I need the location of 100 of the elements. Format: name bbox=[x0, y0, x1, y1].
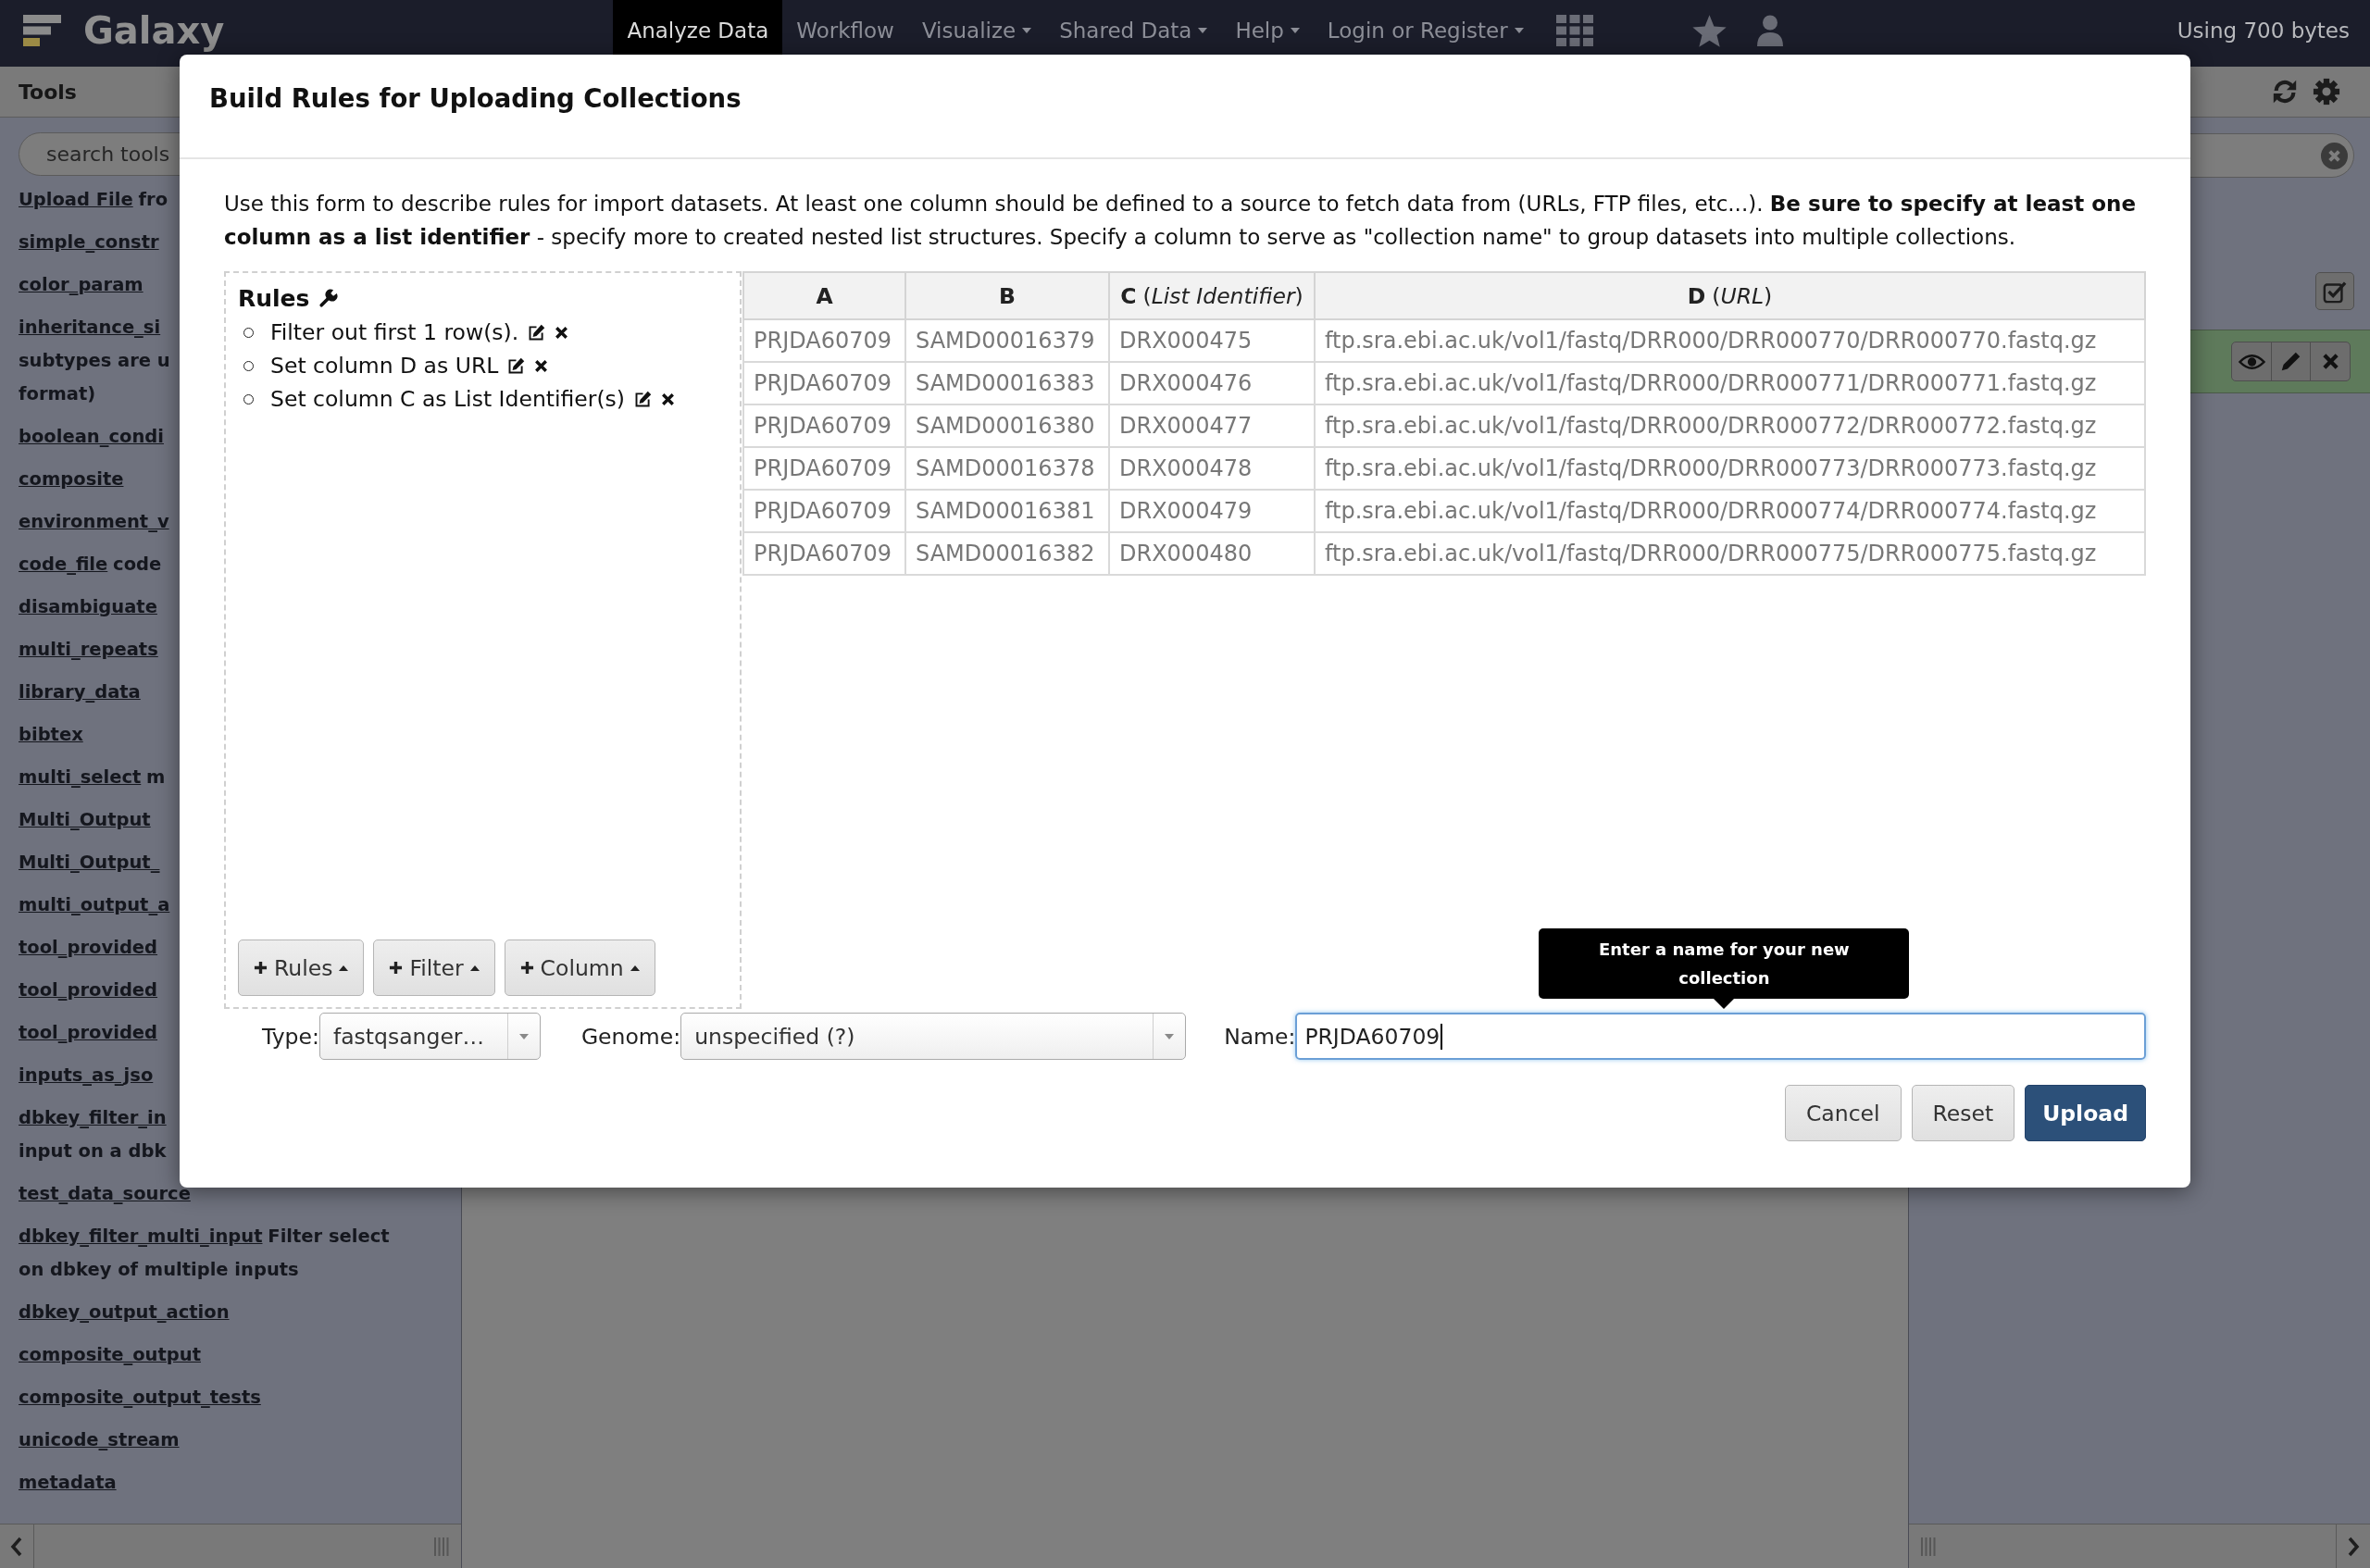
caret-down-icon bbox=[518, 1033, 529, 1039]
pencil-icon bbox=[2280, 351, 2301, 372]
tool-link[interactable]: metadata bbox=[19, 1472, 117, 1493]
chevron-left-icon[interactable] bbox=[10, 1536, 23, 1557]
dialog-button[interactable]: Upload bbox=[2025, 1085, 2146, 1141]
column-header: A bbox=[743, 272, 905, 319]
delete-button[interactable] bbox=[2310, 342, 2351, 381]
nav-tab[interactable]: Visualize bbox=[907, 0, 1046, 61]
menu-button[interactable]: Column bbox=[504, 940, 655, 996]
tool-link[interactable]: composite_output bbox=[19, 1344, 201, 1365]
tool-link[interactable]: composite bbox=[19, 468, 124, 490]
table-cell: DRX000476 bbox=[1109, 362, 1315, 404]
column-header: D (URL) bbox=[1315, 272, 2145, 319]
tool-link[interactable]: environment_v bbox=[19, 511, 169, 532]
menu-button[interactable]: Filter bbox=[373, 940, 495, 996]
nav-tab[interactable]: Login or Register bbox=[1313, 0, 1538, 61]
menu-button[interactable]: Rules bbox=[238, 940, 365, 996]
user-icon[interactable] bbox=[1756, 15, 1783, 46]
table-cell: SAMD00016379 bbox=[905, 319, 1109, 362]
pencil-square-icon[interactable] bbox=[527, 322, 547, 342]
table-cell: PRJDA60709 bbox=[743, 447, 905, 490]
tool-link[interactable]: multi_select bbox=[19, 766, 142, 788]
table-cell: PRJDA60709 bbox=[743, 404, 905, 447]
tool-link[interactable]: tool_provided bbox=[19, 1022, 158, 1043]
caret-up-icon bbox=[469, 964, 480, 971]
view-button[interactable] bbox=[2231, 342, 2272, 381]
chevron-right-icon[interactable] bbox=[2347, 1536, 2360, 1557]
tool-link[interactable]: boolean_condi bbox=[19, 426, 164, 447]
close-icon[interactable] bbox=[2321, 142, 2348, 169]
dropdown-select[interactable]: unspecified (?) bbox=[680, 1013, 1187, 1060]
table-cell: ftp.sra.ebi.ac.uk/vol1/fastq/DRR000/DRR000772/DRR000772.fastq.gz bbox=[1315, 404, 2145, 447]
table-cell: DRX000478 bbox=[1109, 447, 1315, 490]
tool-link[interactable]: tool_provided bbox=[19, 979, 158, 1001]
tool-link[interactable]: code_file bbox=[19, 554, 108, 575]
tool-link[interactable]: multi_repeats bbox=[19, 639, 158, 660]
tool-description: subtypes are u bbox=[19, 350, 170, 371]
tool-link[interactable]: simple_constr bbox=[19, 231, 159, 253]
cross-icon[interactable] bbox=[661, 392, 676, 406]
plus-icon bbox=[254, 961, 268, 975]
dialog-button[interactable]: Reset bbox=[1911, 1085, 2015, 1141]
tool-link[interactable]: Multi_Output_ bbox=[19, 852, 160, 873]
tool-link[interactable]: dbkey_output_action bbox=[19, 1301, 230, 1323]
table-cell: PRJDA60709 bbox=[743, 319, 905, 362]
table-cell: DRX000480 bbox=[1109, 532, 1315, 575]
tool-link[interactable]: unicode_stream bbox=[19, 1429, 180, 1450]
tool-entry: dbkey_filter_multi_input Filter select on dbkey of multiple inputs bbox=[19, 1225, 391, 1282]
table-cell: PRJDA60709 bbox=[743, 362, 905, 404]
wrench-icon bbox=[318, 288, 340, 308]
table-cell: SAMD00016380 bbox=[905, 404, 1109, 447]
tool-entry: code_file code bbox=[19, 553, 162, 577]
tool-link[interactable]: bibtex bbox=[19, 724, 83, 745]
brand-link[interactable]: Galaxy bbox=[0, 0, 225, 61]
drag-handle-icon[interactable] bbox=[1921, 1537, 1936, 1556]
cross-icon[interactable] bbox=[534, 358, 549, 373]
tool-link[interactable]: test_data_source bbox=[19, 1183, 191, 1204]
star-icon[interactable] bbox=[1691, 15, 1727, 47]
pencil-square-icon[interactable] bbox=[506, 355, 527, 376]
tool-link[interactable]: composite_output_tests bbox=[19, 1387, 261, 1408]
table-cell: ftp.sra.ebi.ac.uk/vol1/fastq/DRR000/DRR000775/DRR000775.fastq.gz bbox=[1315, 532, 2145, 575]
name-input[interactable]: PRJDA60709 bbox=[1295, 1013, 2146, 1060]
table-cell: SAMD00016381 bbox=[905, 490, 1109, 532]
settings-icon[interactable] bbox=[2313, 78, 2340, 106]
refresh-icon[interactable] bbox=[2271, 78, 2299, 106]
drag-handle-icon[interactable] bbox=[434, 1537, 449, 1556]
select-items-button[interactable] bbox=[2315, 272, 2354, 310]
tool-link[interactable]: color_param bbox=[19, 274, 143, 295]
tooltip: Enter a name for your new collection bbox=[1539, 928, 1910, 1009]
caret-up-icon bbox=[339, 964, 349, 971]
table-cell: SAMD00016378 bbox=[905, 447, 1109, 490]
field-label: Genome: bbox=[580, 1023, 681, 1050]
tool-link[interactable]: inputs_as_jso bbox=[19, 1064, 154, 1086]
tool-link[interactable]: Multi_Output bbox=[19, 809, 151, 830]
logo-icon bbox=[23, 15, 61, 46]
caret-down-icon bbox=[1290, 28, 1300, 33]
edit-button[interactable] bbox=[2270, 342, 2312, 381]
tool-link[interactable]: tool_provided bbox=[19, 937, 158, 958]
tool-description: format) bbox=[19, 383, 96, 404]
table-cell: PRJDA60709 bbox=[743, 532, 905, 575]
table-cell: ftp.sra.ebi.ac.uk/vol1/fastq/DRR000/DRR000773/DRR000773.fastq.gz bbox=[1315, 447, 2145, 490]
nav-tab[interactable]: Help bbox=[1221, 0, 1314, 61]
cross-icon[interactable] bbox=[555, 325, 569, 340]
dialog-button[interactable]: Cancel bbox=[1784, 1085, 1902, 1141]
grid-icon[interactable] bbox=[1555, 15, 1593, 46]
tool-link[interactable]: multi_output_a bbox=[19, 894, 170, 915]
pencil-square-icon[interactable] bbox=[633, 389, 654, 409]
field-label: Name: bbox=[1224, 1023, 1296, 1050]
tool-link[interactable]: library_data bbox=[19, 681, 141, 703]
table-cell: ftp.sra.ebi.ac.uk/vol1/fastq/DRR000/DRR000770/DRR000770.fastq.gz bbox=[1315, 319, 2145, 362]
rule-text: Filter out first 1 row(s). bbox=[270, 319, 519, 345]
tool-link[interactable]: dbkey_filter_multi_input bbox=[19, 1226, 263, 1247]
rule-text: Set column C as List Identifier(s) bbox=[270, 386, 626, 412]
tool-link[interactable]: Upload File bbox=[19, 189, 133, 210]
eye-icon bbox=[2238, 352, 2265, 371]
tool-link[interactable]: disambiguate bbox=[19, 596, 157, 617]
rules-title: Rules bbox=[238, 284, 310, 312]
nav-tab[interactable]: Shared Data bbox=[1045, 0, 1222, 61]
dropdown-select[interactable]: fastqsanger… bbox=[318, 1013, 541, 1060]
tool-link[interactable]: inheritance_si bbox=[19, 317, 161, 338]
column-header: C (List Identifier) bbox=[1109, 272, 1315, 319]
tool-link[interactable]: dbkey_filter_in bbox=[19, 1107, 167, 1128]
